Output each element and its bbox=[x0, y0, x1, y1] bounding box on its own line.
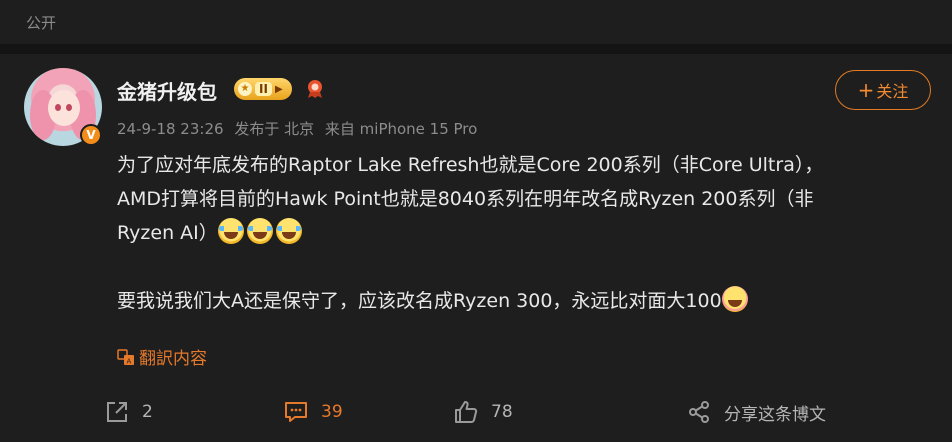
crown-icon: ★ bbox=[238, 82, 252, 96]
medal-icon[interactable] bbox=[306, 79, 324, 99]
post-location: 发布于 北京 bbox=[234, 120, 315, 138]
share-icon bbox=[689, 401, 709, 423]
forward-button[interactable]: 2 bbox=[104, 398, 153, 426]
post-content: 为了应对年底发布的Raptor Lake Refresh也就是Core 200系… bbox=[117, 148, 917, 318]
avatar[interactable]: V bbox=[24, 68, 102, 146]
post-meta: 24-9-18 23:26 发布于 北京 来自 miPhone 15 Pro bbox=[117, 118, 483, 139]
content-line-3: Ryzen AI） bbox=[117, 216, 917, 250]
svg-text:A: A bbox=[127, 357, 132, 365]
content-text: Ryzen AI） bbox=[117, 222, 218, 244]
post-date[interactable]: 24-9-18 23:26 bbox=[117, 120, 224, 138]
share-button[interactable]: 分享这条博文 bbox=[686, 398, 826, 426]
translate-link[interactable]: A 翻訳内容 bbox=[117, 344, 207, 369]
rank-level: II bbox=[255, 82, 272, 96]
follow-button[interactable]: + 关注 bbox=[835, 70, 931, 110]
chevron-right-icon: ▶ bbox=[274, 83, 283, 95]
username[interactable]: 金猪升级包 bbox=[117, 76, 217, 105]
divider bbox=[0, 44, 952, 54]
like-count: 78 bbox=[491, 402, 513, 422]
share-label: 分享这条博文 bbox=[724, 404, 826, 425]
comment-count: 39 bbox=[321, 402, 343, 422]
translate-label: 翻訳内容 bbox=[139, 349, 207, 369]
forward-icon bbox=[107, 402, 127, 422]
comment-button[interactable]: 39 bbox=[283, 398, 343, 426]
content-line: AMD打算将目前的Hawk Point也就是8040系列在明年改名成Ryzen … bbox=[117, 188, 814, 210]
party-emoji-icon bbox=[721, 286, 748, 312]
like-button[interactable]: 78 bbox=[453, 398, 513, 426]
thumbs-up-icon bbox=[455, 401, 478, 423]
post-card: V 金猪升级包 ★ II ▶ + 关注 24-9-18 23:26 发布于 北京… bbox=[0, 54, 952, 442]
rank-badge[interactable]: ★ II ▶ bbox=[234, 78, 292, 100]
plus-icon: + bbox=[857, 78, 875, 102]
content-text: 要我说我们大A还是保守了，应该改名成Ryzen 300，永远比对面大100 bbox=[117, 290, 722, 312]
content-line: 为了应对年底发布的Raptor Lake Refresh也就是Core 200系… bbox=[117, 154, 824, 176]
verified-badge-icon: V bbox=[80, 124, 102, 146]
laugh-cry-emoji-icon bbox=[246, 218, 273, 244]
laugh-cry-emoji-icon bbox=[275, 218, 302, 244]
action-bar: 2 39 78 分享这条博文 bbox=[0, 390, 952, 434]
forward-count: 2 bbox=[142, 402, 153, 422]
content-line-4: 要我说我们大A还是保守了，应该改名成Ryzen 300，永远比对面大100 bbox=[117, 284, 917, 318]
post-source: 来自 miPhone 15 Pro bbox=[324, 120, 478, 138]
follow-button-label: 关注 bbox=[876, 82, 909, 101]
laugh-cry-emoji-icon bbox=[217, 218, 244, 244]
visibility-label: 公开 bbox=[26, 14, 57, 32]
translate-icon: A bbox=[117, 348, 134, 365]
comment-icon bbox=[285, 402, 307, 422]
